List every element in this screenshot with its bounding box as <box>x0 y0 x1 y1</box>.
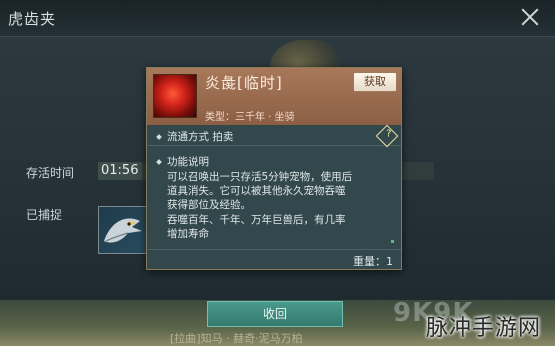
survival-time-label: 存活时间 <box>26 166 75 180</box>
close-icon[interactable] <box>519 6 541 28</box>
tooltip-footer: 重量：1 <box>147 249 401 270</box>
item-tooltip: 炎彘[临时] 获取 类型：三千年 · 坐骑 流通方式 拍卖 ? 功能说明 可以召… <box>146 67 402 270</box>
window-title: 虎齿夹 <box>8 10 57 28</box>
circulation-text: 流通方式 拍卖 <box>156 129 234 144</box>
captured-label: 已捕捉 <box>26 208 63 222</box>
bird-icon <box>104 218 142 243</box>
title-bar: 虎齿夹 <box>0 0 555 37</box>
game-screen: 虎齿夹 存活时间 01:56 已捕捉 收回 [拉曲]知马 · 赫奇·泥马万柏 9… <box>0 0 555 346</box>
bottom-chat-text: [拉曲]知马 · 赫奇·泥马万柏 <box>170 332 303 345</box>
description-line: 可以召唤出一只存活5分钟宠物，使用后 <box>167 171 353 183</box>
diamond-bullet-icon <box>156 159 162 165</box>
circulation-row: 流通方式 拍卖 ? <box>147 124 401 148</box>
survival-time-value: 01:56 <box>98 162 145 180</box>
circulation-value: 流通方式 拍卖 <box>167 131 234 143</box>
item-type: 类型：三千年 · 坐骑 <box>205 112 295 123</box>
watermark-brand: 脉冲手游网 <box>426 316 542 341</box>
description-line: 道具消失。它可以被其他永久宠物吞噬 <box>167 185 346 197</box>
description-line: 获得部位及经验。 <box>167 199 251 211</box>
help-glyph: ? <box>386 128 392 140</box>
obtain-button[interactable]: 获取 <box>353 72 397 92</box>
function-title: 功能说明 <box>156 154 209 169</box>
item-name: 炎彘[临时] <box>205 74 283 92</box>
item-weight: 重量：1 <box>353 255 393 268</box>
scroll-marker <box>391 240 394 243</box>
function-title-text: 功能说明 <box>167 156 209 168</box>
diamond-bullet-icon <box>156 134 162 140</box>
help-icon[interactable]: ? <box>375 124 399 148</box>
description-line: 增加寿命 <box>167 228 209 240</box>
description-line: 吞噬百年、千年、万年巨兽后，有几率 <box>167 214 346 226</box>
item-flame-icon <box>153 74 197 118</box>
recall-button[interactable]: 收回 <box>207 301 343 327</box>
tooltip-header: 炎彘[临时] 获取 类型：三千年 · 坐骑 <box>147 68 401 125</box>
captured-item-slot[interactable] <box>98 206 148 254</box>
